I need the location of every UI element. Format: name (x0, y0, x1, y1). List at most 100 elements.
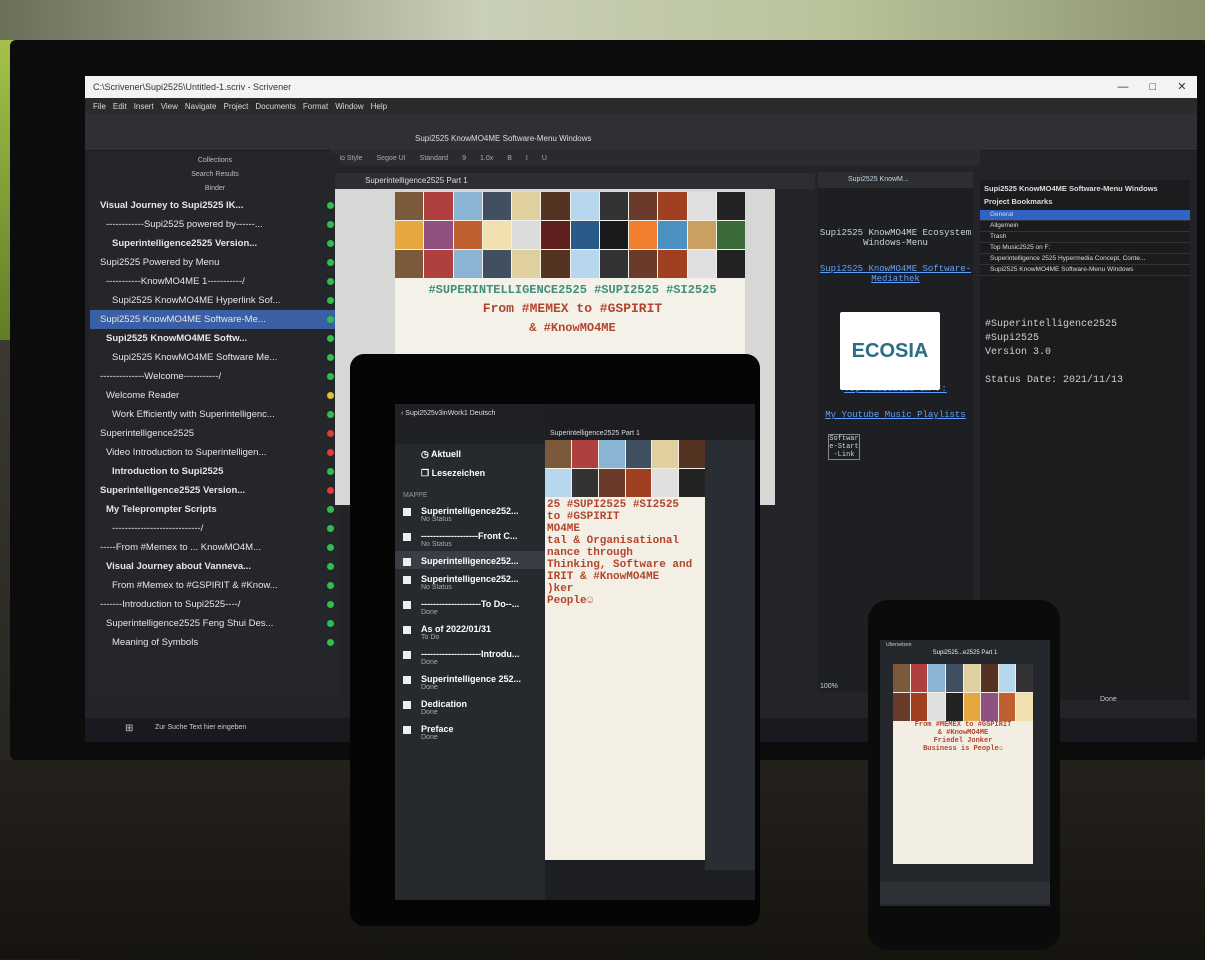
status-dot (327, 240, 334, 247)
tablet-binder-item[interactable]: As of 2022/01/31 To Do (395, 619, 545, 644)
search-results-header[interactable]: Search Results (90, 168, 340, 182)
menu-navigate[interactable]: Navigate (185, 102, 217, 111)
binder-item-label: Superintelligence2525 Version... (112, 238, 258, 249)
bookmark-item[interactable]: Supi2525 KnowMO4ME Software-Menu Windows (980, 265, 1190, 276)
binder-list: Visual Journey to Supi2525 IK... --------… (90, 196, 340, 652)
status-dot (327, 354, 334, 361)
binder-item[interactable]: Supi2525 KnowMO4ME Hyperlink Sof... (90, 291, 340, 310)
menu-window[interactable]: Window (335, 102, 363, 111)
binder-item[interactable]: Superintelligence2525 Version... (90, 234, 340, 253)
collage-image (541, 192, 570, 220)
binder-item[interactable]: Supi2525 KnowMO4ME Software Me... (90, 348, 340, 367)
menu-view[interactable]: View (161, 102, 178, 111)
tablet-binder-item[interactable]: --------------------To Do--... Done (395, 594, 545, 619)
binder-item[interactable]: -----From #Memex to ... KnowMO4M... (90, 538, 340, 557)
tablet-binder-item[interactable]: Preface Done (395, 719, 545, 744)
menu-file[interactable]: File (93, 102, 106, 111)
tablet-binder-item[interactable]: Superintelligence 252... Done (395, 669, 545, 694)
window-background (0, 0, 1205, 40)
bookmark-item[interactable]: Allgemein (980, 221, 1190, 232)
binder-item[interactable]: Superintelligence2525 Version... (90, 481, 340, 500)
toolbar: Supi2525 KnowMO4ME Software-Menu Windows (85, 114, 1197, 151)
status-dot (327, 487, 334, 494)
tablet-binder-item[interactable]: -------------------Front C... No Status (395, 526, 545, 551)
weight-select[interactable]: Standard (420, 155, 448, 162)
binder-item[interactable]: Supi2525 Powered by Menu (90, 253, 340, 272)
document-icon (403, 676, 411, 684)
document-icon (403, 508, 411, 516)
menu-edit[interactable]: Edit (113, 102, 127, 111)
memex-line: From #MEMEX to #GSPIRIT (482, 301, 663, 316)
window-title: C:\Scrivener\Supi2525\Untitled-1.scriv -… (93, 82, 292, 92)
tablet-binder-item[interactable]: Superintelligence252... No Status (395, 569, 545, 594)
tablet-binder-item[interactable]: Dedication Done (395, 694, 545, 719)
binder-item-label: Work Efficiently with Superintelligenc..… (112, 409, 275, 420)
menu-insert[interactable]: Insert (134, 102, 154, 111)
collections-header[interactable]: Collections (90, 154, 340, 168)
menu-help[interactable]: Help (371, 102, 387, 111)
status-dot (327, 468, 334, 475)
binder-item[interactable]: Supi2525 KnowMO4ME Softw... (90, 329, 340, 348)
binder-item[interactable]: Meaning of Symbols (90, 633, 340, 652)
menu-format[interactable]: Format (303, 102, 328, 111)
collage-image (570, 192, 599, 220)
size-select[interactable]: 9 (462, 155, 466, 162)
status-dot (327, 202, 334, 209)
menu-documents[interactable]: Documents (255, 102, 295, 111)
binder-item-label: -----------KnowMO4ME 1-----------/ (106, 276, 245, 287)
bookmark-item[interactable]: Top Music2525 on F: (980, 243, 1190, 254)
mediathek-link[interactable]: Supi2525 KnowMO4ME Software-Mediathek (820, 264, 971, 284)
bookmark-item[interactable]: Superintelligence 2525 Hypermedia Concep… (980, 254, 1190, 265)
tablet-binder-item[interactable]: Superintelligence252... No Status (395, 501, 545, 526)
windows-start-icon[interactable]: ⊞ (125, 723, 133, 734)
collage-image (1016, 664, 1033, 692)
bookmark-item[interactable]: Trash (980, 232, 1190, 243)
binder-item[interactable]: ----------------------------/ (90, 519, 340, 538)
binder-item[interactable]: Visual Journey about Vanneva... (90, 557, 340, 576)
maximize-button[interactable]: □ (1150, 76, 1157, 98)
collage-image (598, 440, 625, 468)
bookmark-item[interactable]: General (980, 210, 1190, 221)
collage-image (545, 440, 571, 468)
binder-item[interactable]: From #Memex to #GSPIRIT & #Know... (90, 576, 340, 595)
underline-button[interactable]: U (542, 155, 547, 162)
binder-item[interactable]: Introduction to Supi2525 (90, 462, 340, 481)
ecosia-logo[interactable]: ECOSIA (840, 312, 940, 390)
zoom-level[interactable]: 100% (820, 683, 838, 690)
binder-item[interactable]: -----------KnowMO4ME 1-----------/ (90, 272, 340, 291)
binder-item[interactable]: Superintelligence2525 Feng Shui Des... (90, 614, 340, 633)
collage-image (541, 250, 570, 278)
binder-item[interactable]: Superintelligence2525 (90, 424, 340, 443)
tablet-menu-lesezeichen[interactable]: ❐ Lesezeichen (395, 463, 545, 482)
bold-button[interactable]: B (507, 155, 512, 162)
youtube-playlists-link[interactable]: My Youtube Music Playlists (825, 410, 965, 420)
binder-item[interactable]: My Teleprompter Scripts (90, 500, 340, 519)
menu-project[interactable]: Project (223, 102, 248, 111)
italic-button[interactable]: I (526, 155, 528, 162)
binder-item[interactable]: --------------Welcome-----------/ (90, 367, 340, 386)
tablet-binder-item[interactable]: --------------------Introdu... Done (395, 644, 545, 669)
binder-item[interactable]: Work Efficiently with Superintelligenc..… (90, 405, 340, 424)
bookmarks-heading: Project Bookmarks (984, 197, 1053, 206)
binder-item[interactable]: Supi2525 KnowMO4ME Software-Me... (90, 310, 340, 329)
minimize-button[interactable]: — (1118, 76, 1129, 98)
binder-item[interactable]: Visual Journey to Supi2525 IK... (90, 196, 340, 215)
font-select[interactable]: Segoe UI (376, 155, 405, 162)
tablet-text-line: Thinking, Software and (547, 559, 693, 571)
tablet-item-title: Superintelligence252... (421, 574, 519, 584)
binder-item[interactable]: Welcome Reader (90, 386, 340, 405)
binder-item[interactable]: ------------Supi2525 powered by------... (90, 215, 340, 234)
binder-item[interactable]: -------Introduction to Supi2525----/ (90, 595, 340, 614)
binder-item[interactable]: Video Introduction to Superintelligen... (90, 443, 340, 462)
binder-item-label: ------------Supi2525 powered by------... (106, 219, 263, 230)
spacing-select[interactable]: 1.0x (480, 155, 493, 162)
editor-tab[interactable]: Superintelligence2525 Part 1 (335, 173, 815, 189)
taskbar-search-input[interactable]: Zur Suche Text hier eingeben (155, 724, 246, 731)
tablet-menu-aktuell[interactable]: ◷ Aktuell (395, 444, 545, 463)
second-editor-tab[interactable]: Supi2525 KnowM... (818, 172, 973, 188)
close-button[interactable]: ✕ (1177, 76, 1186, 98)
tablet-binder-item[interactable]: Superintelligence252... (395, 551, 545, 569)
collage-image (570, 250, 599, 278)
software-start-button[interactable]: Software-Start-Link (828, 434, 860, 460)
binder-item-label: Superintelligence2525 (100, 428, 195, 439)
